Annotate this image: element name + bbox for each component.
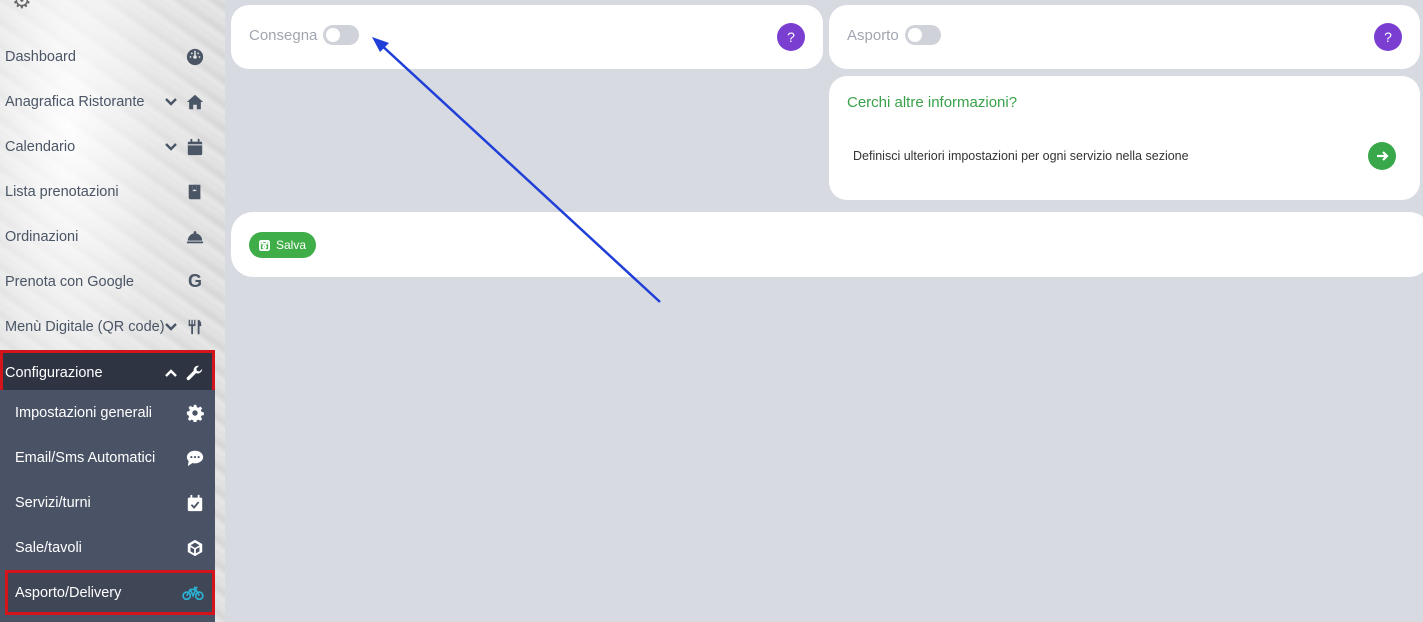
chevron-down-icon	[165, 321, 177, 333]
sidebar-item-label: Menù Digitale (QR code)	[5, 318, 165, 335]
google-icon: G	[187, 271, 202, 291]
sidebar-item-anagrafica[interactable]: Anagrafica Ristorante	[0, 79, 215, 124]
asporto-help-button[interactable]: ?	[1374, 23, 1402, 51]
chevron-down-icon	[165, 141, 177, 153]
chevron-up-icon	[165, 367, 177, 379]
sidebar-item-ordinazioni[interactable]: Ordinazioni	[0, 214, 215, 259]
dashboard-icon	[185, 47, 205, 67]
submenu-item-label: Asporto/Delivery	[15, 584, 122, 601]
sidebar-item-label: Dashboard	[5, 48, 76, 65]
gear-icon: ⚙	[12, 0, 32, 13]
sidebar-item-menu-digitale[interactable]: Menù Digitale (QR code)	[0, 304, 215, 349]
home-icon	[185, 92, 205, 112]
configurazione-submenu: Impostazioni generali Email/Sms Automati…	[0, 390, 215, 622]
info-text: Definisci ulteriori impostazioni per ogn…	[853, 149, 1189, 163]
arrow-right-icon	[1377, 151, 1389, 161]
consegna-label: Consegna	[249, 26, 318, 44]
info-card: Cerchi altre informazioni? Definisci ult…	[829, 76, 1420, 200]
sidebar-item-dashboard[interactable]: Dashboard	[0, 34, 215, 79]
sidebar-item-label: Configurazione	[5, 364, 103, 381]
chat-icon	[185, 448, 205, 468]
floppy-disk-icon	[259, 239, 270, 251]
submenu-item-email-sms[interactable]: Email/Sms Automatici	[0, 435, 215, 480]
bell-icon	[185, 227, 205, 247]
consegna-help-button[interactable]: ?	[777, 23, 805, 51]
submenu-item-label: Servizi/turni	[15, 494, 91, 511]
submenu-item-asporto-delivery[interactable]: Asporto/Delivery	[5, 570, 215, 615]
asporto-label: Asporto	[847, 26, 899, 44]
wrench-icon	[185, 363, 205, 383]
save-card: Salva	[231, 212, 1423, 277]
bicycle-icon	[181, 583, 205, 603]
submenu-item-label: Sale/tavoli	[15, 539, 82, 556]
sidebar-item-configurazione[interactable]: Configurazione	[0, 350, 215, 395]
submenu-item-label: Impostazioni generali	[15, 404, 153, 421]
utensils-icon	[185, 317, 205, 337]
submenu-item-impostazioni[interactable]: Impostazioni generali	[0, 390, 215, 435]
sidebar-item-label: Calendario	[5, 138, 76, 155]
consegna-card: Consegna ?	[231, 5, 823, 69]
save-button-label: Salva	[276, 238, 307, 252]
submenu-item-servizi[interactable]: Servizi/turni	[0, 480, 215, 525]
calendar-check-icon	[185, 493, 205, 513]
asporto-toggle[interactable]	[904, 25, 941, 45]
sidebar-item-google[interactable]: Prenota con Google G	[0, 259, 215, 304]
save-button[interactable]: Salva	[249, 232, 317, 258]
sidebar-item-label: Ordinazioni	[5, 228, 79, 245]
gear-icon	[185, 403, 205, 423]
go-to-section-button[interactable]	[1368, 142, 1396, 170]
asporto-card: Asporto ?	[829, 5, 1420, 69]
cube-icon	[185, 538, 205, 558]
chevron-down-icon	[165, 96, 177, 108]
calendar-icon	[185, 137, 205, 157]
sidebar-item-label: Lista prenotazioni	[5, 183, 119, 200]
submenu-item-sale-tavoli[interactable]: Sale/tavoli	[0, 525, 215, 570]
info-title: Cerchi altre informazioni?	[847, 94, 1018, 111]
submenu-item-label: Email/Sms Automatici	[15, 449, 156, 466]
sidebar-item-label: Prenota con Google	[5, 273, 134, 290]
sidebar-item-calendario[interactable]: Calendario	[0, 124, 215, 169]
consegna-toggle[interactable]	[323, 25, 360, 45]
sidebar-item-lista-prenotazioni[interactable]: Lista prenotazioni	[0, 169, 215, 214]
sidebar-item-label: Anagrafica Ristorante	[5, 93, 145, 110]
book-icon	[185, 182, 205, 202]
